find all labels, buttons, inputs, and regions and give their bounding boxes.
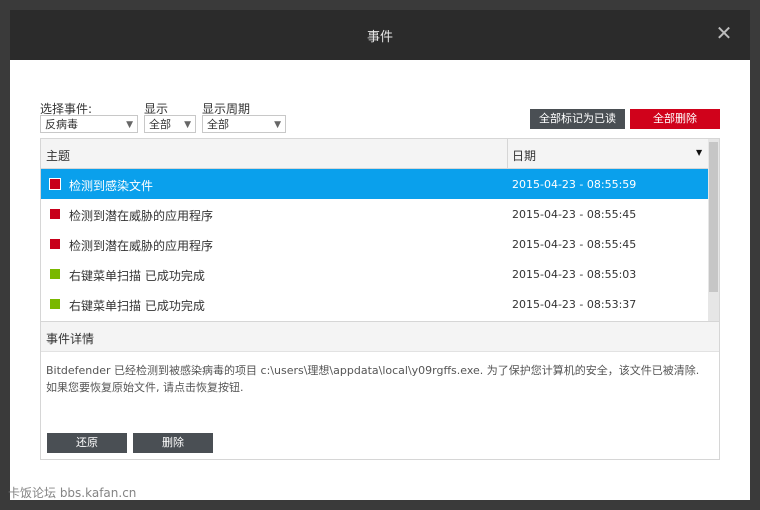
events-table: 主题 日期 ▼ 检测到感染文件 2015-04-23 - 08:55:59 检测到潜… bbox=[40, 138, 720, 322]
sort-desc-icon[interactable]: ▼ bbox=[696, 148, 702, 157]
column-header-subject[interactable]: 主题 bbox=[46, 147, 70, 164]
row-subject: 检测到感染文件 bbox=[69, 179, 154, 193]
status-square-icon bbox=[50, 269, 60, 279]
close-icon[interactable]: ✕ bbox=[714, 23, 734, 43]
table-row[interactable]: 检测到感染文件 2015-04-23 - 08:55:59 bbox=[41, 169, 709, 199]
status-square-icon bbox=[50, 239, 60, 249]
row-subject: 检测到潜在威胁的应用程序 bbox=[69, 209, 214, 223]
details-title: 事件详情 bbox=[46, 332, 95, 346]
restore-button[interactable]: 还原 bbox=[47, 433, 127, 453]
status-square-icon bbox=[50, 209, 60, 219]
status-square-icon bbox=[49, 178, 61, 190]
mark-all-read-button[interactable]: 全部标记为已读 bbox=[530, 109, 625, 129]
column-header-date[interactable]: 日期 bbox=[512, 147, 536, 164]
row-date: 2015-04-23 - 08:55:45 bbox=[512, 238, 637, 251]
title-bar: 事件 ✕ bbox=[10, 10, 750, 60]
table-row[interactable]: 检测到潜在威胁的应用程序 2015-04-23 - 08:55:45 bbox=[41, 199, 709, 229]
status-square-icon bbox=[50, 299, 60, 309]
details-line-2: 如果您要恢复原始文件, 请点击恢复按钮. bbox=[46, 381, 244, 394]
table-row[interactable]: 右键菜单扫描 已成功完成 2015-04-23 - 08:55:03 bbox=[41, 259, 709, 289]
details-header: 事件详情 bbox=[41, 322, 719, 352]
show-value: 全部 bbox=[149, 118, 171, 131]
table-row[interactable]: 右键菜单扫描 已成功完成 2015-04-23 - 08:53:37 bbox=[41, 289, 709, 319]
event-type-select[interactable]: 反病毒 ▼ bbox=[40, 115, 138, 133]
row-date: 2015-04-23 - 08:55:03 bbox=[512, 268, 637, 281]
chevron-down-icon: ▼ bbox=[274, 120, 281, 130]
row-date: 2015-04-23 - 08:53:37 bbox=[512, 298, 637, 311]
column-divider bbox=[507, 139, 508, 169]
table-row[interactable]: 检测到潜在威胁的应用程序 2015-04-23 - 08:55:45 bbox=[41, 229, 709, 259]
chevron-down-icon: ▼ bbox=[184, 120, 191, 130]
details-line-1: Bitdefender 已经检测到被感染病毒的项目 c:\users\理想\ap… bbox=[46, 364, 700, 377]
event-details-panel: 事件详情 Bitdefender 已经检测到被感染病毒的项目 c:\users\… bbox=[40, 322, 720, 460]
row-subject: 右键菜单扫描 已成功完成 bbox=[69, 299, 205, 313]
delete-button[interactable]: 删除 bbox=[133, 433, 213, 453]
events-window: 事件 ✕ 选择事件: 反病毒 ▼ 显示 全部 ▼ 显示周期 全部 ▼ 全部标记为… bbox=[10, 10, 750, 500]
row-date: 2015-04-23 - 08:55:45 bbox=[512, 208, 637, 221]
scrollbar-thumb[interactable] bbox=[709, 142, 718, 292]
table-header: 主题 日期 ▼ bbox=[41, 139, 709, 169]
watermark: 卡饭论坛 bbs.kafan.cn bbox=[8, 486, 137, 500]
details-text: Bitdefender 已经检测到被感染病毒的项目 c:\users\理想\ap… bbox=[46, 362, 714, 396]
delete-all-button[interactable]: 全部删除 bbox=[630, 109, 720, 129]
row-subject: 检测到潜在威胁的应用程序 bbox=[69, 239, 214, 253]
show-select[interactable]: 全部 ▼ bbox=[144, 115, 196, 133]
period-select[interactable]: 全部 ▼ bbox=[202, 115, 286, 133]
chevron-down-icon: ▼ bbox=[126, 120, 133, 130]
row-subject: 右键菜单扫描 已成功完成 bbox=[69, 269, 205, 283]
period-value: 全部 bbox=[207, 118, 229, 131]
event-type-value: 反病毒 bbox=[45, 118, 78, 131]
table-scrollbar[interactable] bbox=[708, 139, 719, 321]
window-title: 事件 bbox=[366, 30, 393, 45]
row-date: 2015-04-23 - 08:55:59 bbox=[512, 178, 637, 191]
